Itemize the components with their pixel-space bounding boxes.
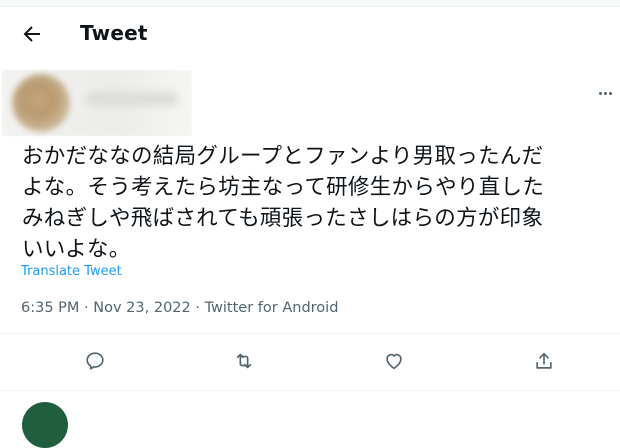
page-title: Tweet bbox=[80, 21, 148, 45]
more-dot-icon bbox=[604, 92, 607, 95]
tweet-date[interactable]: Nov 23, 2022 bbox=[93, 300, 190, 316]
tweet-header: Tweet bbox=[0, 6, 620, 62]
translate-tweet-link[interactable]: Translate Tweet bbox=[21, 264, 122, 279]
tweet-metadata: 6:35 PM · Nov 23, 2022 · Twitter for And… bbox=[21, 300, 338, 316]
retweet-button[interactable] bbox=[233, 350, 257, 374]
tweet-actions bbox=[0, 334, 620, 390]
retweet-icon bbox=[236, 353, 252, 369]
share-icon bbox=[536, 352, 552, 369]
divider bbox=[0, 390, 620, 391]
author-avatar[interactable] bbox=[12, 74, 70, 132]
current-user-avatar[interactable] bbox=[22, 402, 68, 448]
like-button[interactable] bbox=[383, 350, 407, 374]
reply-button[interactable] bbox=[84, 350, 108, 374]
meta-separator: · bbox=[84, 300, 94, 316]
more-dot-icon bbox=[609, 92, 612, 95]
reply-icon bbox=[86, 352, 104, 370]
arrow-left-icon bbox=[23, 26, 40, 42]
heart-icon bbox=[386, 353, 402, 370]
author-name-blurred[interactable] bbox=[86, 92, 178, 106]
tweet-time[interactable]: 6:35 PM bbox=[21, 300, 79, 316]
back-button[interactable] bbox=[20, 22, 44, 46]
tweet-text: おかだななの結局グループとファンより男取ったんだ よな。そう考えたら坊主なって研… bbox=[22, 144, 545, 262]
more-options-button[interactable] bbox=[598, 80, 620, 98]
more-dot-icon bbox=[599, 92, 602, 95]
tweet-source[interactable]: Twitter for Android bbox=[205, 300, 339, 316]
share-button[interactable] bbox=[533, 350, 557, 374]
meta-separator: · bbox=[195, 300, 205, 316]
